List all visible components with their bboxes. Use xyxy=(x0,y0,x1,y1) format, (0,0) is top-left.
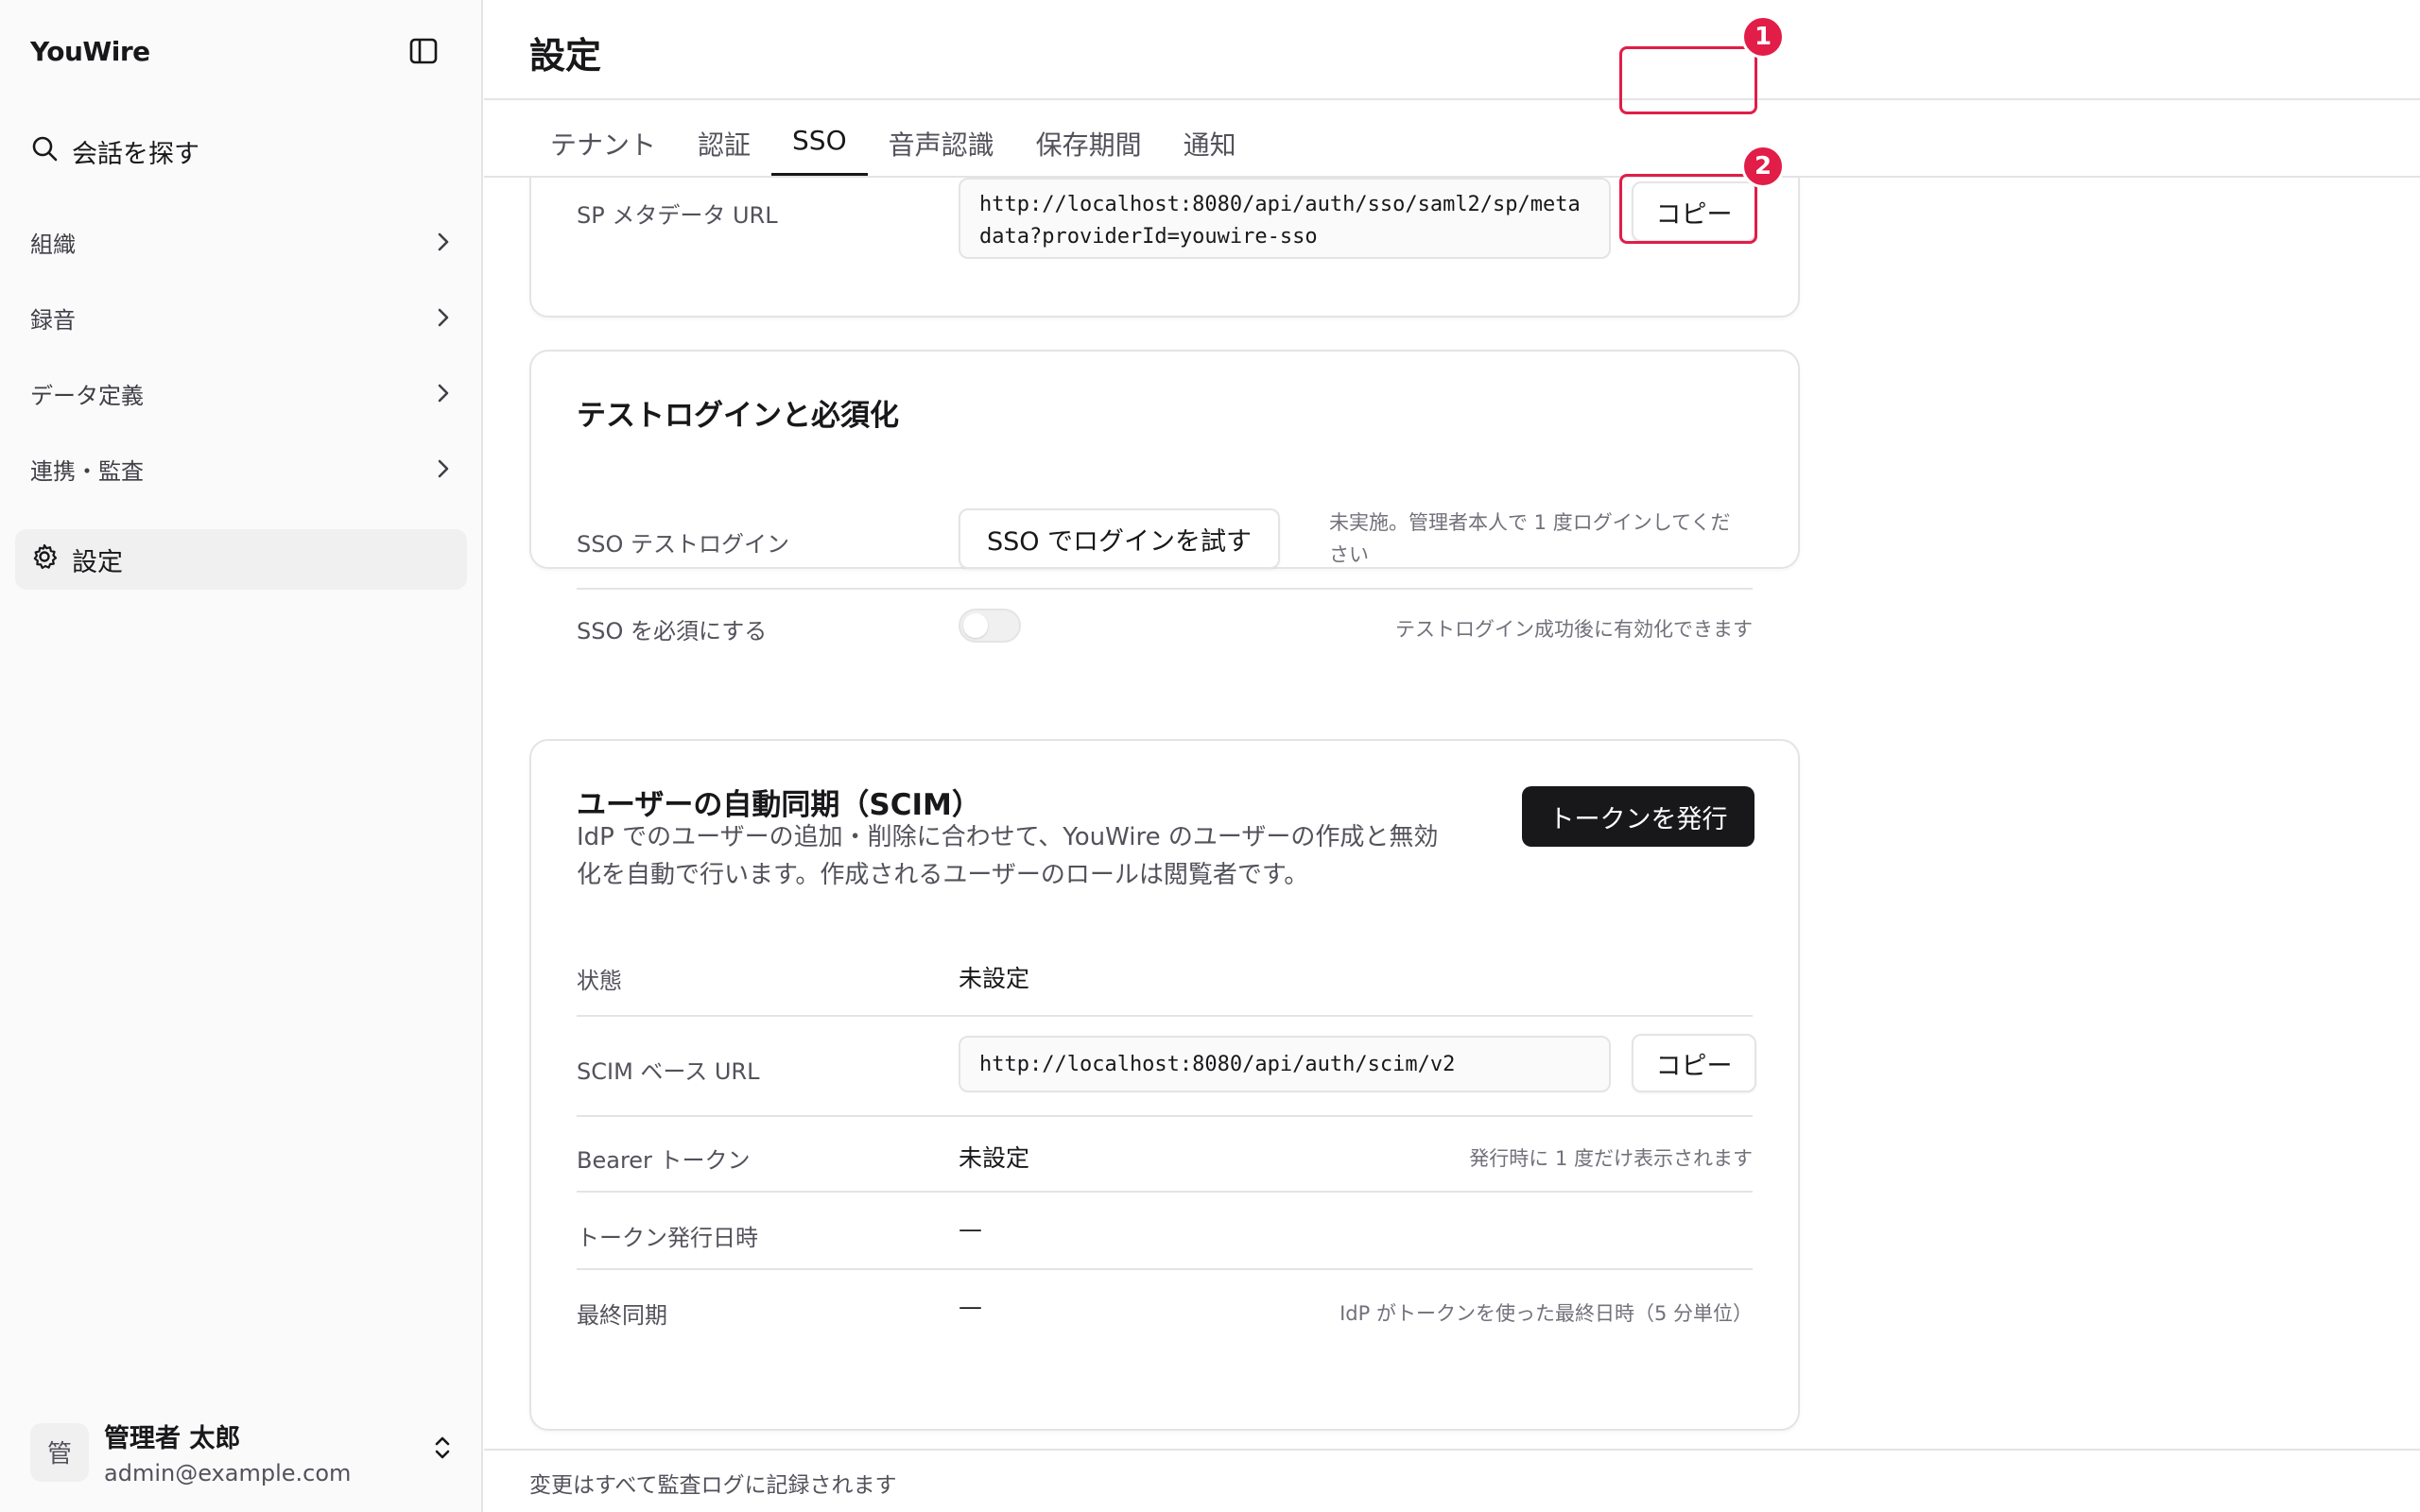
token-issued-value: — xyxy=(959,1215,982,1243)
sso-test-login-hint-line: 未実施。管理者本人で 1 度ログインしてくだ xyxy=(1329,511,1731,534)
scim-card: ユーザーの自動同期（SCIM） IdP でのユーザーの追加・削除に合わせて、Yo… xyxy=(529,739,1800,1431)
settings-tabs: テナント 認証 SSO 音声認識 保存期間 通知 xyxy=(529,121,1257,176)
sidebar-item-label: データ定義 xyxy=(30,382,144,409)
search-conversations-label: 会話を探す xyxy=(72,139,199,169)
scim-base-url-field[interactable]: http://localhost:8080/api/auth/scim/v2 xyxy=(959,1036,1611,1092)
tab-tenant[interactable]: テナント xyxy=(529,121,677,176)
require-sso-hint: テストログイン成功後に有効化できます xyxy=(1395,618,1753,641)
sidebar-item-organization[interactable]: 組織 xyxy=(30,223,454,261)
chevron-right-icon xyxy=(433,383,454,404)
sidebar-item-recordings[interactable]: 録音 xyxy=(30,299,454,336)
chevron-right-icon xyxy=(433,307,454,328)
bearer-token-hint: 発行時に 1 度だけ表示されます xyxy=(1469,1147,1753,1170)
annotation-box-2 xyxy=(1619,174,1757,244)
sidebar-item-label: 組織 xyxy=(30,231,76,258)
row-divider xyxy=(577,588,1753,590)
sso-test-login-hint-line: さい xyxy=(1329,543,1369,566)
sso-test-login-label: SSO テストログイン xyxy=(577,531,789,558)
bearer-token-label: Bearer トークン xyxy=(577,1147,751,1174)
footer-divider xyxy=(484,1449,2420,1451)
token-issued-label: トークン発行日時 xyxy=(577,1225,758,1251)
sp-metadata-url-line: data?providerId=youwire-sso xyxy=(979,225,1318,249)
sidebar-item-data-definitions[interactable]: データ定義 xyxy=(30,374,454,412)
header-divider xyxy=(484,98,2420,100)
user-email: admin@example.com xyxy=(104,1460,352,1486)
scim-description: IdP でのユーザーの追加・削除に合わせて、YouWire のユーザーの作成と無… xyxy=(577,818,1522,894)
try-sso-login-button[interactable]: SSO でログインを試す xyxy=(959,508,1280,569)
scim-description-line: IdP でのユーザーの追加・削除に合わせて、YouWire のユーザーの作成と無… xyxy=(577,823,1439,851)
annotation-badge-1: 1 xyxy=(1741,15,1785,59)
sp-metadata-url-field[interactable]: http://localhost:8080/api/auth/sso/saml2… xyxy=(959,178,1611,259)
sidebar-item-integrations-audit[interactable]: 連携・監査 xyxy=(30,450,454,488)
scim-title: ユーザーの自動同期（SCIM） xyxy=(577,788,981,822)
tab-speech-recognition[interactable]: 音声認識 xyxy=(868,121,1015,176)
search-conversations[interactable]: 会話を探す xyxy=(30,132,199,170)
chevron-right-icon xyxy=(433,458,454,479)
scim-base-url-label: SCIM ベース URL xyxy=(577,1058,760,1085)
row-divider xyxy=(577,1191,1753,1193)
sidebar-item-settings[interactable]: 設定 xyxy=(15,529,467,590)
user-name: 管理者 太郎 xyxy=(104,1424,241,1453)
sp-metadata-card: SP メタデータ URL http://localhost:8080/api/a… xyxy=(529,178,1800,318)
bearer-token-value: 未設定 xyxy=(959,1144,1030,1172)
audit-log-note: 変更はすべて監査ログに記録されます xyxy=(529,1473,897,1498)
sidebar-item-label: 設定 xyxy=(72,547,123,577)
require-sso-label: SSO を必須にする xyxy=(577,618,768,644)
copy-scim-url-button[interactable]: コピー xyxy=(1632,1034,1756,1092)
sp-metadata-url-line: http://localhost:8080/api/auth/sso/saml2… xyxy=(979,193,1581,216)
sidebar-item-label: 連携・監査 xyxy=(30,457,144,485)
search-icon xyxy=(30,134,59,169)
sidebar: YouWire 会話を探す 組織 録音 データ定義 連携・監査 設定 管 管理者… xyxy=(0,0,483,1512)
row-divider xyxy=(577,1268,1753,1270)
sp-metadata-label: SP メタデータ URL xyxy=(577,202,778,229)
tab-retention[interactable]: 保存期間 xyxy=(1015,121,1163,176)
scim-status-label: 状態 xyxy=(577,968,622,994)
tab-notifications[interactable]: 通知 xyxy=(1163,121,1257,176)
issue-token-button[interactable]: トークンを発行 xyxy=(1522,786,1754,847)
row-divider xyxy=(577,1015,1753,1017)
annotation-box-1 xyxy=(1619,46,1757,114)
gear-icon xyxy=(30,542,59,577)
require-sso-toggle[interactable] xyxy=(959,609,1021,643)
page-title: 設定 xyxy=(529,35,602,77)
scim-status-value: 未設定 xyxy=(959,965,1030,992)
sidebar-toggle-icon[interactable] xyxy=(408,36,439,66)
user-menu[interactable]: 管 管理者 太郎 admin@example.com xyxy=(30,1418,454,1486)
last-sync-hint: IdP がトークンを使った最終日時（5 分単位） xyxy=(1340,1302,1753,1325)
chevron-right-icon xyxy=(433,232,454,252)
sidebar-item-label: 録音 xyxy=(30,306,76,334)
last-sync-label: 最終同期 xyxy=(577,1302,667,1329)
scim-description-line: 化を自動で行います。作成されるユーザーのロールは閲覧者です。 xyxy=(577,861,1309,889)
settings-content[interactable]: SP メタデータ URL http://localhost:8080/api/a… xyxy=(484,178,2420,1448)
tab-authentication[interactable]: 認証 xyxy=(677,121,771,176)
tab-sso[interactable]: SSO xyxy=(771,121,868,176)
chevron-up-down-icon[interactable] xyxy=(431,1435,454,1461)
last-sync-value: — xyxy=(959,1293,982,1320)
row-divider xyxy=(577,1115,1753,1117)
avatar: 管 xyxy=(30,1422,89,1482)
annotation-badge-2: 2 xyxy=(1741,145,1785,188)
brand-logo: YouWire xyxy=(30,36,150,67)
sso-test-login-hint: 未実施。管理者本人で 1 度ログインしてくだ さい xyxy=(1329,507,1754,571)
